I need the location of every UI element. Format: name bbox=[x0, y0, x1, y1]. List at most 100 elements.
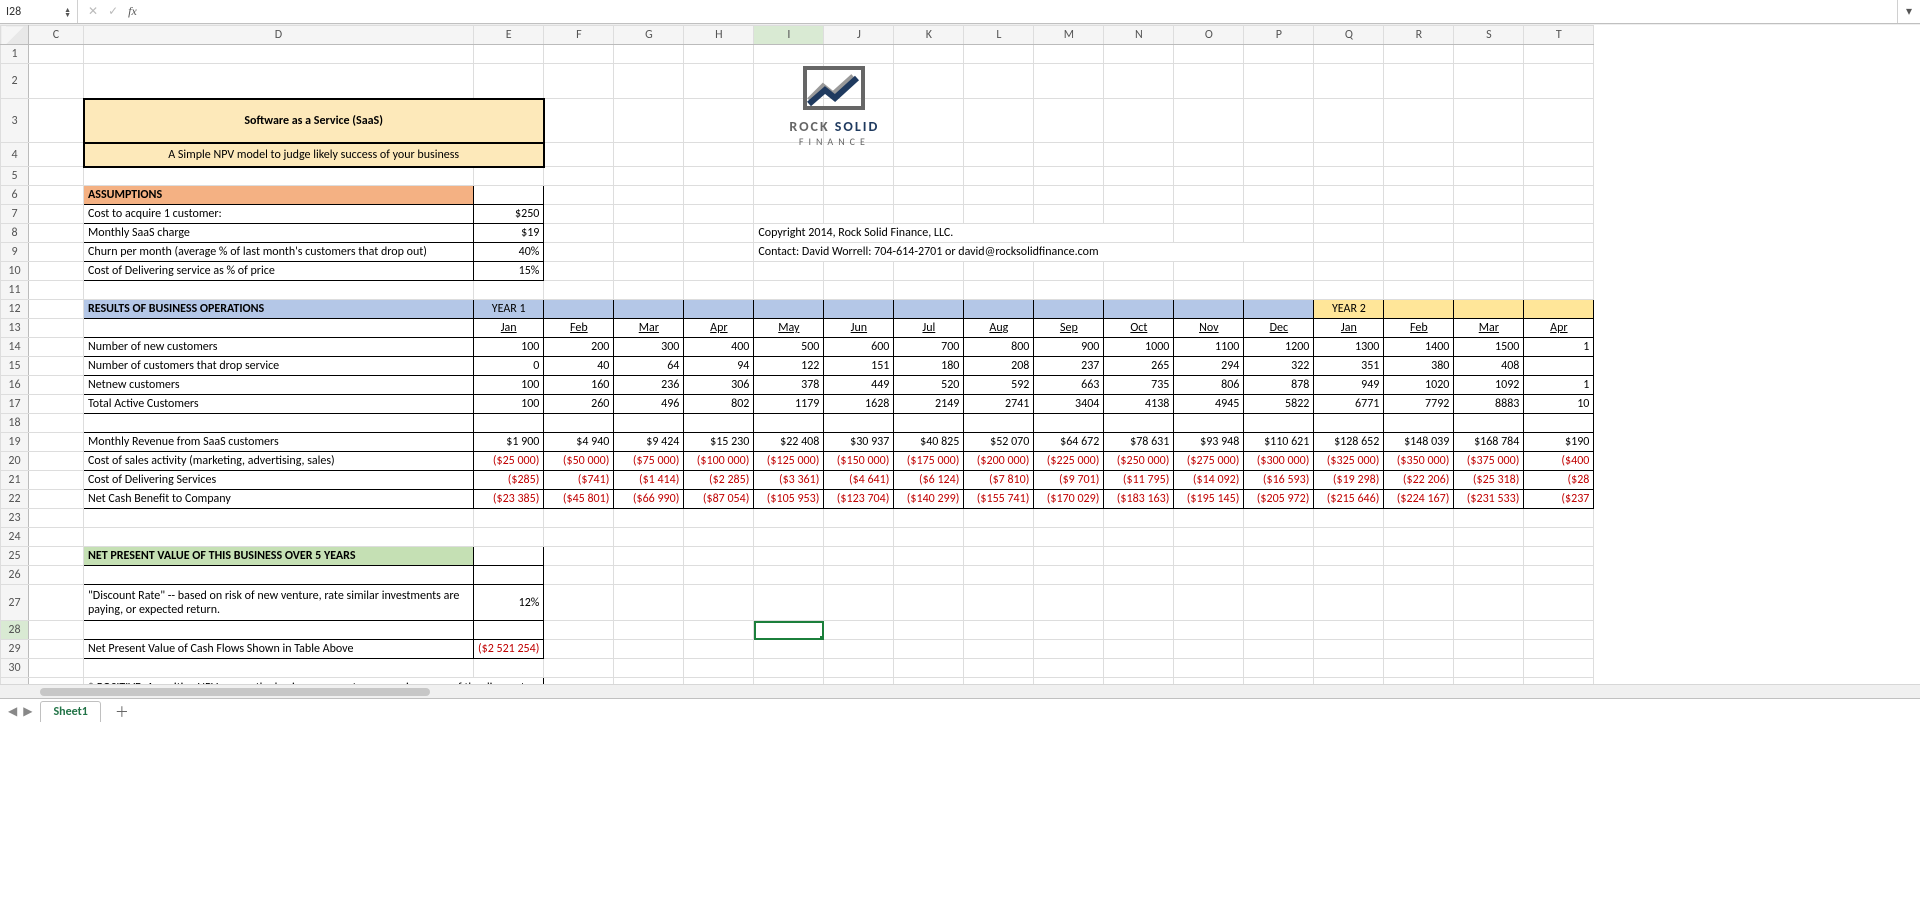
result-cell[interactable]: 496 bbox=[614, 395, 684, 414]
year1-header[interactable]: YEAR 1 bbox=[474, 300, 544, 319]
assumption-label[interactable]: Churn per month (average % of last month… bbox=[84, 243, 474, 262]
money-cell[interactable]: ($325 000) bbox=[1314, 452, 1384, 471]
results-header[interactable]: RESULTS OF BUSINESS OPERATIONS bbox=[84, 300, 474, 319]
result-cell[interactable]: 94 bbox=[684, 357, 754, 376]
row-header-2[interactable]: 2 bbox=[1, 64, 29, 99]
result-cell[interactable]: 500 bbox=[754, 338, 824, 357]
money-cell[interactable]: $22 408 bbox=[754, 433, 824, 452]
result-cell[interactable]: 592 bbox=[964, 376, 1034, 395]
accept-icon[interactable]: ✓ bbox=[108, 4, 118, 19]
npv-label[interactable]: Net Present Value of Cash Flows Shown in… bbox=[84, 640, 474, 659]
result-cell[interactable]: 200 bbox=[544, 338, 614, 357]
result-cell[interactable]: 10 bbox=[1524, 395, 1594, 414]
money-cell[interactable]: ($9 701) bbox=[1034, 471, 1104, 490]
money-cell[interactable]: $93 948 bbox=[1174, 433, 1244, 452]
money-cell[interactable]: ($75 000) bbox=[614, 452, 684, 471]
result-cell[interactable]: 5822 bbox=[1244, 395, 1314, 414]
sheet-tab[interactable]: Sheet1 bbox=[40, 701, 100, 722]
row-header-13[interactable]: 13 bbox=[1, 319, 29, 338]
result-cell[interactable]: 1179 bbox=[754, 395, 824, 414]
result-cell[interactable]: 8883 bbox=[1454, 395, 1524, 414]
result-cell[interactable]: 408 bbox=[1454, 357, 1524, 376]
money-cell[interactable]: ($125 000) bbox=[754, 452, 824, 471]
money-cell[interactable]: ($231 533) bbox=[1454, 490, 1524, 509]
npv-value[interactable]: ($2 521 254) bbox=[474, 640, 544, 659]
row-header-7[interactable]: 7 bbox=[1, 205, 29, 224]
money-cell[interactable]: ($300 000) bbox=[1244, 452, 1314, 471]
row-header-25[interactable]: 25 bbox=[1, 547, 29, 566]
result-cell[interactable]: 1000 bbox=[1104, 338, 1174, 357]
money-cell[interactable]: ($11 795) bbox=[1104, 471, 1174, 490]
result-cell[interactable]: 1300 bbox=[1314, 338, 1384, 357]
money-cell[interactable]: ($105 953) bbox=[754, 490, 824, 509]
money-cell[interactable]: ($6 124) bbox=[894, 471, 964, 490]
col-header-L[interactable]: L bbox=[964, 26, 1034, 45]
row-header-17[interactable]: 17 bbox=[1, 395, 29, 414]
col-header-D[interactable]: D bbox=[84, 26, 474, 45]
row-header-10[interactable]: 10 bbox=[1, 262, 29, 281]
month-header[interactable]: Jan bbox=[474, 319, 544, 338]
result-row-label[interactable]: Total Active Customers bbox=[84, 395, 474, 414]
cancel-icon[interactable]: ✕ bbox=[88, 4, 98, 19]
month-header[interactable]: Jun bbox=[824, 319, 894, 338]
col-header-Q[interactable]: Q bbox=[1314, 26, 1384, 45]
col-header-O[interactable]: O bbox=[1174, 26, 1244, 45]
result-cell[interactable]: 151 bbox=[824, 357, 894, 376]
money-cell[interactable]: ($285) bbox=[474, 471, 544, 490]
result-cell[interactable]: 300 bbox=[614, 338, 684, 357]
active-cell[interactable] bbox=[754, 621, 824, 640]
result-cell[interactable]: 100 bbox=[474, 376, 544, 395]
result-row-label[interactable]: Number of new customers bbox=[84, 338, 474, 357]
row-header-6[interactable]: 6 bbox=[1, 186, 29, 205]
row-header-8[interactable]: 8 bbox=[1, 224, 29, 243]
subtitle[interactable]: A Simple NPV model to judge likely succe… bbox=[84, 143, 544, 167]
copyright-text[interactable]: Copyright 2014, Rock Solid Finance, LLC. bbox=[754, 224, 1174, 243]
result-cell[interactable]: 7792 bbox=[1384, 395, 1454, 414]
month-header[interactable]: Dec bbox=[1244, 319, 1314, 338]
money-cell[interactable]: ($3 361) bbox=[754, 471, 824, 490]
result-cell[interactable]: 306 bbox=[684, 376, 754, 395]
money-cell[interactable]: ($50 000) bbox=[544, 452, 614, 471]
money-cell[interactable]: ($22 206) bbox=[1384, 471, 1454, 490]
discount-rate-value[interactable]: 12% bbox=[474, 585, 544, 621]
contact-text[interactable]: Contact: David Worrell: 704-614-2701 or … bbox=[754, 243, 1314, 262]
money-cell[interactable]: ($4 641) bbox=[824, 471, 894, 490]
col-header-E[interactable]: E bbox=[474, 26, 544, 45]
assumption-label[interactable]: Cost of Delivering service as % of price bbox=[84, 262, 474, 281]
result-cell[interactable]: 1500 bbox=[1454, 338, 1524, 357]
month-header[interactable]: Apr bbox=[1524, 319, 1594, 338]
month-header[interactable]: May bbox=[754, 319, 824, 338]
result-row-label[interactable]: Netnew customers bbox=[84, 376, 474, 395]
money-cell[interactable]: ($150 000) bbox=[824, 452, 894, 471]
result-cell[interactable]: 6771 bbox=[1314, 395, 1384, 414]
money-cell[interactable]: ($200 000) bbox=[964, 452, 1034, 471]
money-cell[interactable]: ($175 000) bbox=[894, 452, 964, 471]
result-cell[interactable]: 122 bbox=[754, 357, 824, 376]
row-header-26[interactable]: 26 bbox=[1, 566, 29, 585]
assumption-label[interactable]: Cost to acquire 1 customer: bbox=[84, 205, 474, 224]
result-cell[interactable]: 520 bbox=[894, 376, 964, 395]
result-cell[interactable]: 1 bbox=[1524, 376, 1594, 395]
result-cell[interactable] bbox=[1524, 357, 1594, 376]
result-cell[interactable]: 700 bbox=[894, 338, 964, 357]
result-cell[interactable]: 180 bbox=[894, 357, 964, 376]
result-cell[interactable]: 2149 bbox=[894, 395, 964, 414]
money-cell[interactable]: ($66 990) bbox=[614, 490, 684, 509]
result-cell[interactable]: 802 bbox=[684, 395, 754, 414]
money-cell[interactable]: ($1 414) bbox=[614, 471, 684, 490]
fx-icon[interactable]: fx bbox=[128, 4, 137, 19]
result-cell[interactable]: 900 bbox=[1034, 338, 1104, 357]
year2-header[interactable]: YEAR 2 bbox=[1314, 300, 1384, 319]
money-cell[interactable]: $168 784 bbox=[1454, 433, 1524, 452]
money-cell[interactable]: ($237 bbox=[1524, 490, 1594, 509]
money-cell[interactable]: ($155 741) bbox=[964, 490, 1034, 509]
money-row-label[interactable]: Cost of sales activity (marketing, adver… bbox=[84, 452, 474, 471]
row-header-4[interactable]: 4 bbox=[1, 143, 29, 167]
money-cell[interactable]: $64 672 bbox=[1034, 433, 1104, 452]
result-cell[interactable]: 878 bbox=[1244, 376, 1314, 395]
result-cell[interactable]: 806 bbox=[1174, 376, 1244, 395]
col-header-T[interactable]: T bbox=[1524, 26, 1594, 45]
money-cell[interactable]: ($205 972) bbox=[1244, 490, 1314, 509]
month-header[interactable]: Feb bbox=[544, 319, 614, 338]
result-cell[interactable]: 160 bbox=[544, 376, 614, 395]
